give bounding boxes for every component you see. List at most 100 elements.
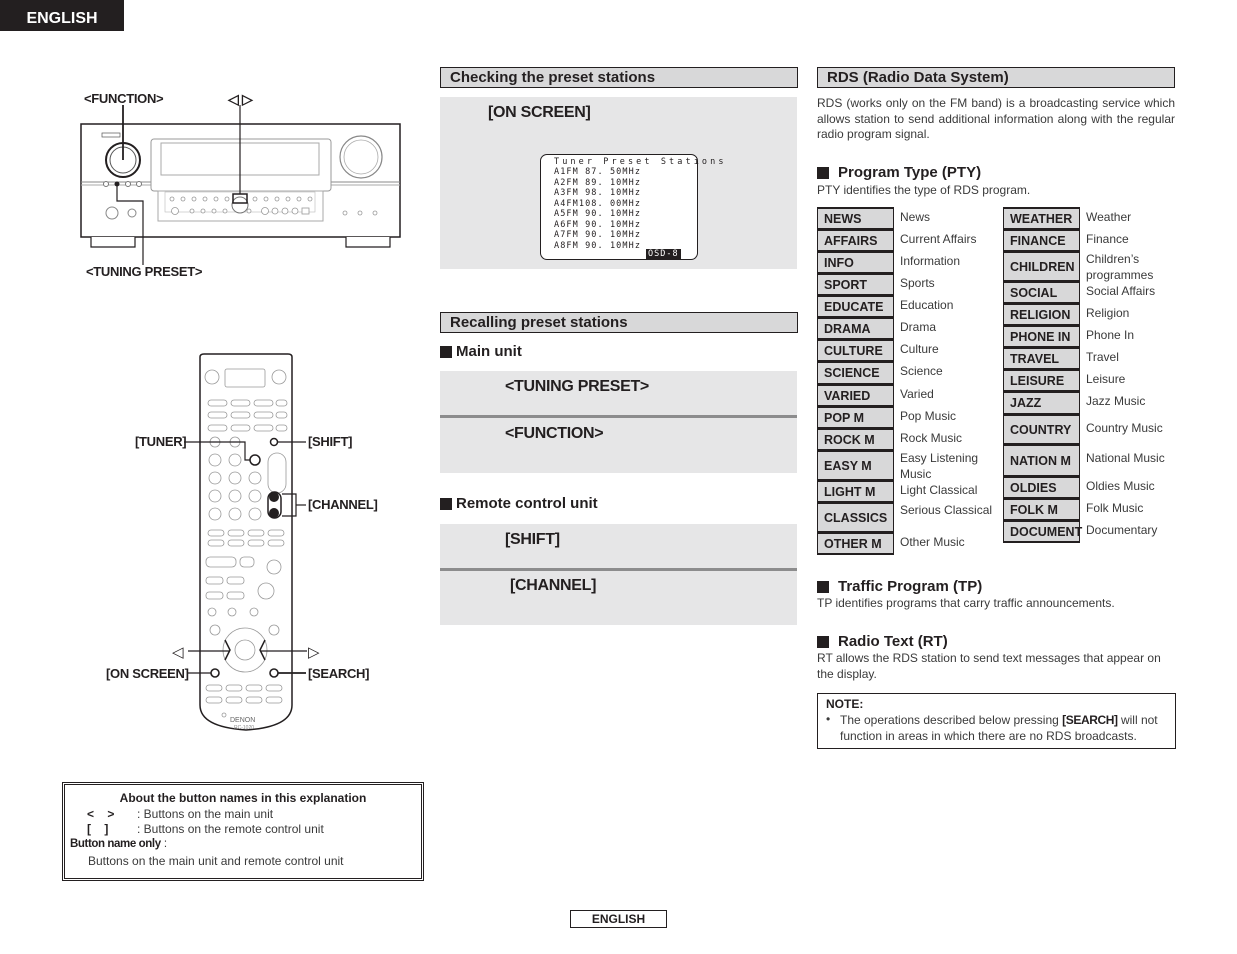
pty-row: CHILDREN Children’s programmes	[1003, 251, 1196, 283]
channel-step-key: [CHANNEL]	[510, 577, 597, 594]
pty-row: NEWS News	[817, 207, 1010, 229]
osd-preset-line: A5FM 90. 10MHz	[554, 209, 642, 219]
note-search-key: [SEARCH]	[1062, 713, 1118, 727]
legend-symbol: < >	[87, 807, 115, 821]
pty-description: Science	[900, 364, 943, 378]
right-arrow-label: ▷	[308, 644, 320, 661]
pty-row: DRAMA Drama	[817, 317, 1010, 339]
rds-intro: RDS (works only on the FM band) is a bro…	[817, 96, 1175, 141]
pty-row: JAZZ Jazz Music	[1003, 391, 1196, 414]
pty-code: NEWS	[817, 207, 894, 229]
rds-section-header: RDS (Radio Data System)	[817, 67, 1175, 88]
pty-description: Oldies Music	[1086, 479, 1155, 493]
main-unit-title: Main unit	[456, 343, 522, 360]
pty-code: JAZZ	[1003, 391, 1080, 414]
pty-row: EDUCATE Education	[817, 295, 1010, 317]
pty-row: FOLK M Folk Music	[1003, 498, 1196, 520]
pty-code: OLDIES	[1003, 476, 1080, 498]
pty-row: PHONE IN Phone In	[1003, 325, 1196, 347]
osd-preset-screen: Tuner Preset Stations A1FM 87. 50MHz A2F…	[540, 154, 723, 260]
button-name-only-label: Button name only	[70, 838, 161, 850]
rt-title: Radio Text (RT)	[838, 633, 948, 650]
pty-row: INFO Information	[817, 251, 1010, 273]
note-bullet: •	[826, 712, 831, 726]
pty-description: Serious Classical	[900, 503, 993, 517]
pty-code: FINANCE	[1003, 229, 1080, 251]
pty-code: OTHER M	[817, 532, 894, 554]
pty-row: VARIED Varied	[817, 384, 1010, 406]
shift-step-key: [SHIFT]	[505, 531, 560, 548]
pty-code: DOCUMENT	[1003, 520, 1082, 542]
pty-row: OLDIES Oldies Music	[1003, 476, 1196, 498]
tuning-preset-step-key: <TUNING PRESET>	[505, 378, 649, 395]
pty-description: Leisure	[1086, 372, 1126, 386]
osd-preset-line: A8FM 90. 10MHz	[554, 240, 642, 251]
square-bullet-icon	[440, 497, 452, 510]
pty-code: POP M	[817, 406, 894, 428]
pty-row: FINANCE Finance	[1003, 229, 1196, 251]
pty-row: RELIGION Religion	[1003, 303, 1196, 325]
pty-description: Drama	[900, 320, 937, 334]
pty-code: CLASSICS	[817, 502, 894, 532]
denon-logo	[101, 132, 121, 138]
tp-title: Traffic Program (TP)	[838, 578, 983, 595]
legend-title: About the button names in this explanati…	[119, 791, 367, 805]
pty-description: Country Music	[1086, 421, 1163, 435]
right-foot	[345, 237, 391, 248]
on-screen-label: [ON SCREEN]	[106, 666, 189, 681]
pty-code: NATION M	[1003, 444, 1080, 476]
remote-unit-subheading: Remote control unit	[440, 495, 598, 512]
pty-row: TRAVEL Travel	[1003, 347, 1196, 369]
pty-row: SCIENCE Science	[817, 361, 1010, 384]
pty-code: SCIENCE	[817, 361, 894, 384]
main-unit-step-2	[440, 418, 797, 473]
pty-description: Culture	[900, 342, 939, 356]
pty-description: Sports	[900, 276, 935, 290]
pty-description: Pop Music	[900, 409, 957, 423]
rt-description: RT allows the RDS station to send text m…	[817, 651, 1161, 681]
osd-preset-line: A2FM 89. 10MHz	[554, 177, 642, 188]
pty-description: National Music	[1086, 451, 1165, 465]
pty-description: Rock Music	[900, 431, 963, 445]
pty-code: SOCIAL	[1003, 281, 1080, 303]
pty-row: LEISURE Leisure	[1003, 369, 1196, 391]
shift-button	[269, 437, 279, 447]
rt-subheading: Radio Text (RT)	[817, 633, 948, 650]
pty-description: Social Affairs	[1086, 284, 1156, 298]
pty-table-bottom-border	[817, 554, 894, 555]
pty-description: Documentary	[1086, 523, 1158, 537]
function-step-key: <FUNCTION>	[505, 425, 604, 442]
pty-table-bottom-border	[1003, 542, 1080, 543]
on-screen-button	[210, 668, 220, 678]
osd-preset-line: A3FM 98. 10MHz	[554, 188, 642, 198]
pty-code: PHONE IN	[1003, 325, 1080, 347]
pty-description: Weather	[1086, 210, 1132, 224]
language-tab: ENGLISH	[0, 0, 124, 31]
square-bullet-icon	[817, 166, 829, 179]
remote-unit-title: Remote control unit	[456, 495, 598, 512]
button-name-only-colon: :	[160, 838, 168, 850]
checking-section-header: Checking the preset stations	[440, 67, 798, 88]
pty-code: INFO	[817, 251, 894, 273]
osd-preset-line: A4FM108. 00MHz	[554, 198, 642, 209]
legend-row-remote: [ ] : Buttons on the remote control unit	[87, 822, 324, 836]
note-title: NOTE:	[826, 697, 864, 711]
remote-step-1	[440, 524, 797, 568]
pty-code: LIGHT M	[817, 480, 894, 502]
pty-row: EASY M Easy Listening Music	[817, 450, 1010, 482]
pty-code: TRAVEL	[1003, 347, 1080, 369]
osd-preset-line: A7FM 90. 10MHz	[554, 230, 642, 240]
pty-code: ROCK M	[817, 428, 894, 450]
note-text: The operations described below pressing …	[840, 712, 1170, 744]
remote-model: RC-1020	[234, 725, 254, 731]
pty-description: Children’s programmes	[1086, 252, 1154, 282]
pty-row: OTHER M Other Music	[817, 532, 1010, 554]
pty-code: EDUCATE	[817, 295, 894, 317]
pty-row: CULTURE Culture	[817, 339, 1010, 361]
tp-subheading: Traffic Program (TP)	[817, 578, 982, 595]
pty-description: PTY identifies the type of RDS program.	[817, 183, 1031, 197]
left-arrow-label: ◁	[172, 644, 184, 661]
shift-label: [SHIFT]	[308, 434, 353, 449]
footer-language-label: ENGLISH	[570, 910, 667, 928]
pty-row: DOCUMENT Documentary	[1003, 520, 1196, 542]
